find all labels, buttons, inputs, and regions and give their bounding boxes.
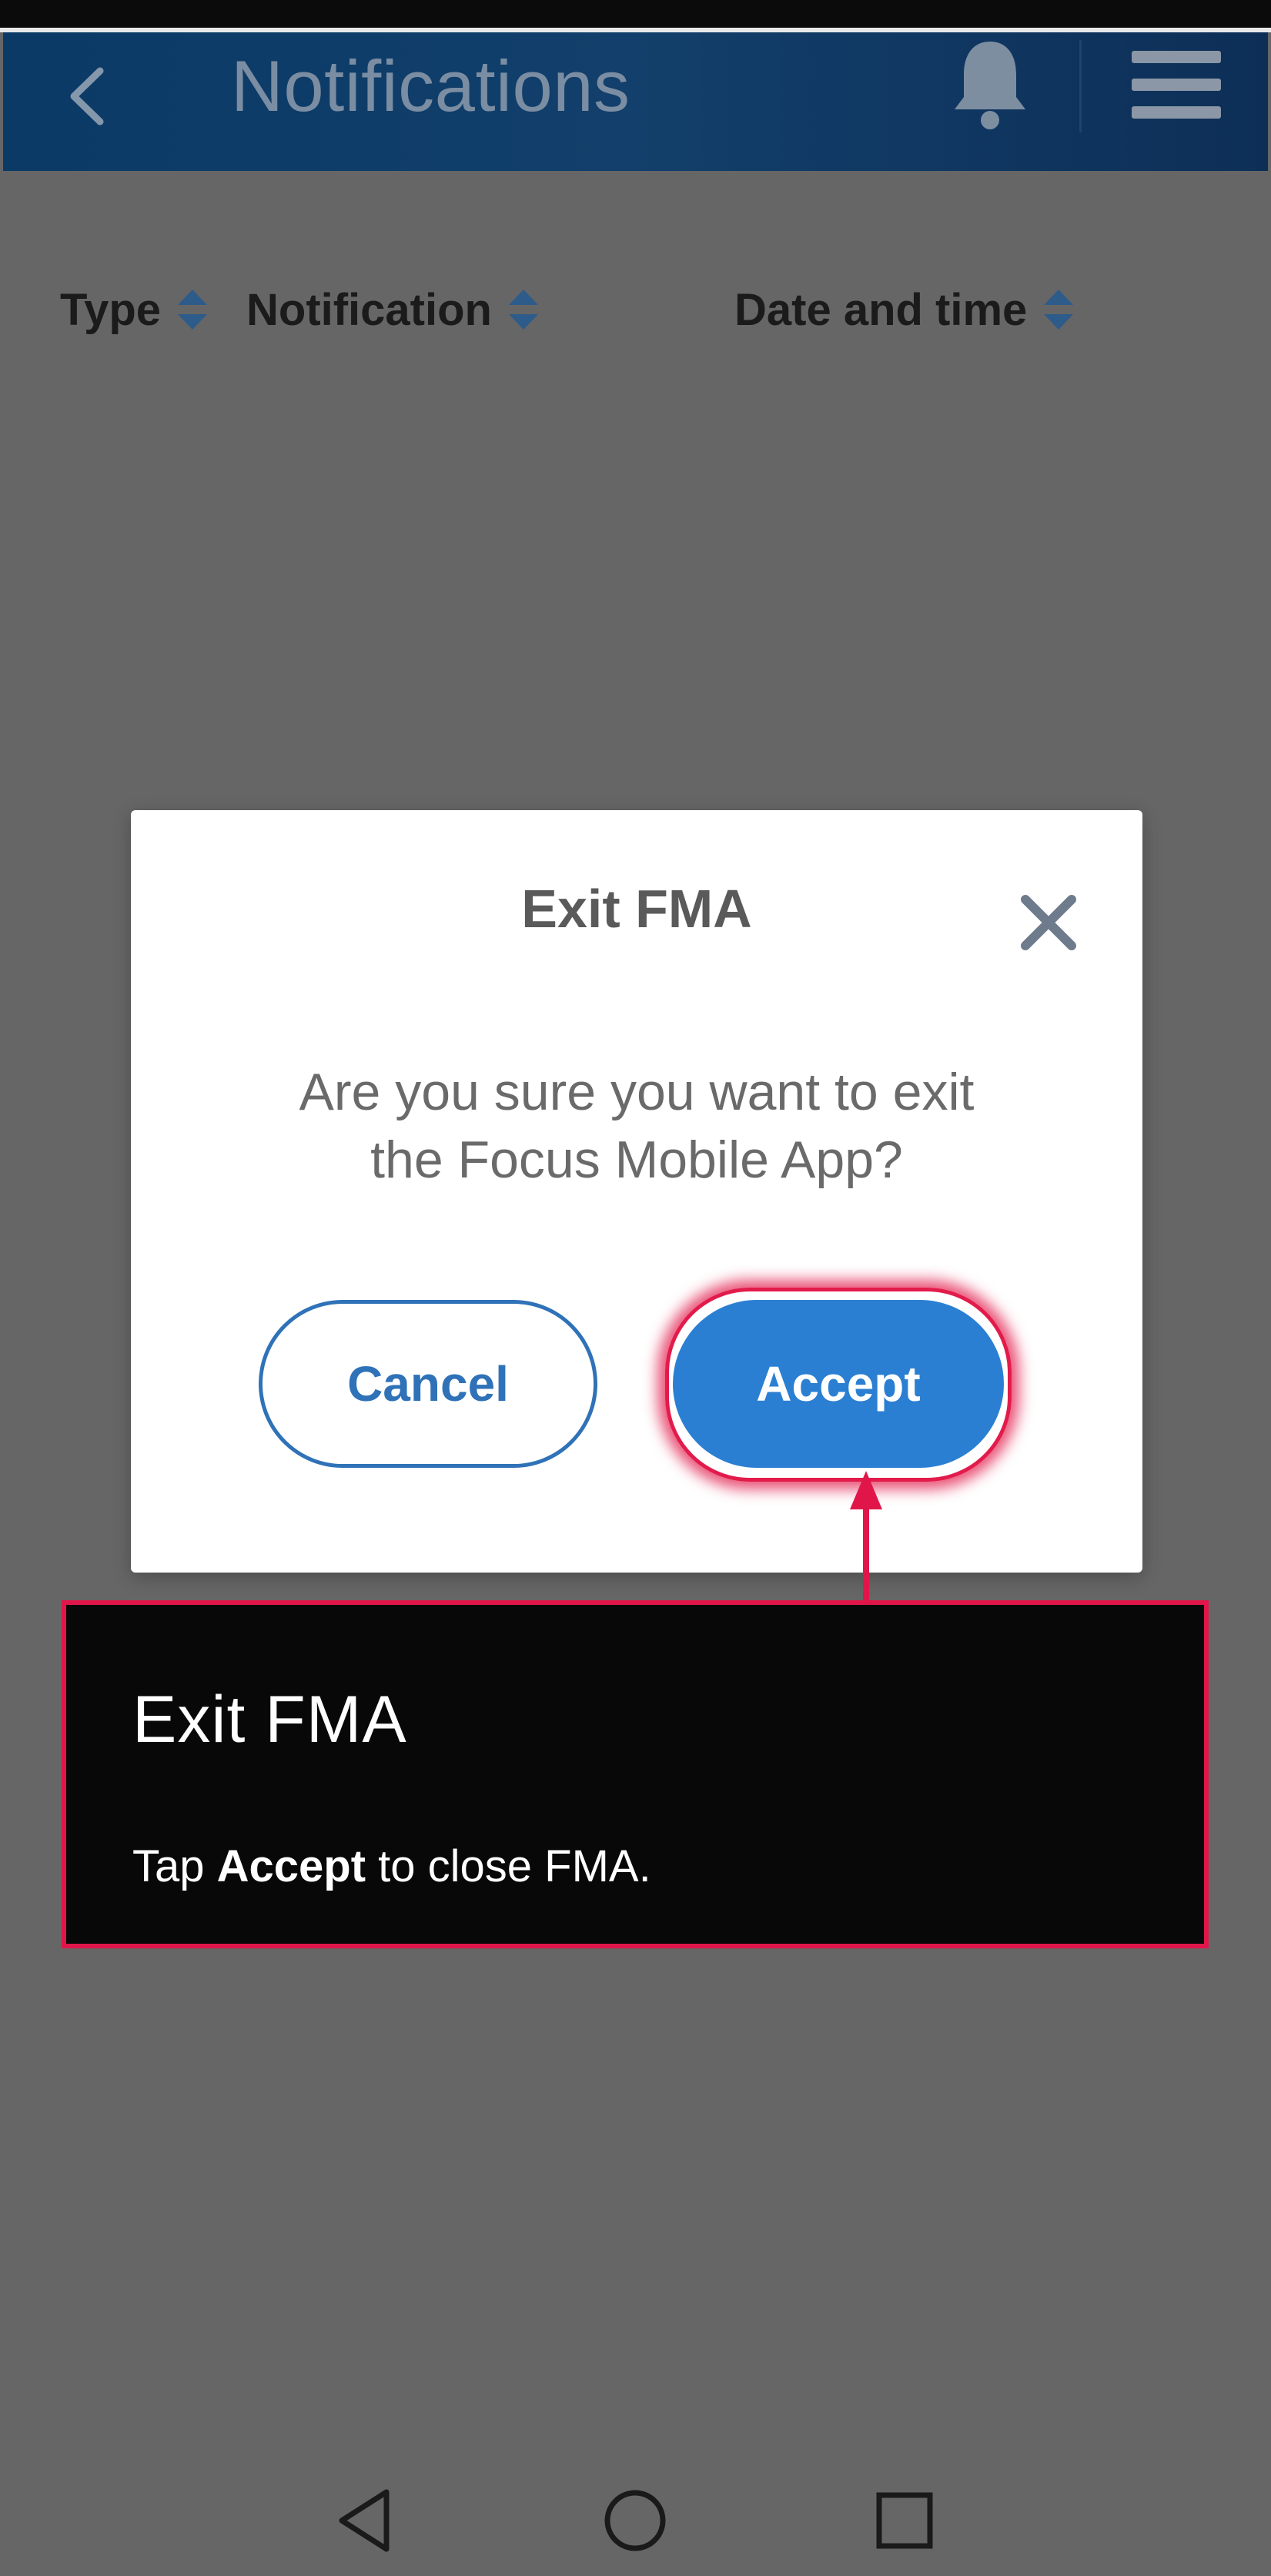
triangle-back-icon[interactable] — [323, 2478, 408, 2563]
page-title: Notifications — [231, 45, 630, 126]
sort-updown-icon — [508, 290, 538, 330]
dialog-message-line: the Focus Mobile App? — [370, 1131, 903, 1189]
tooltip-text-suffix: to close FMA. — [366, 1841, 651, 1891]
dialog-message: Are you sure you want to exit the Focus … — [131, 1058, 1142, 1194]
dialog-title: Exit FMA — [521, 879, 752, 939]
column-header-label: Notification — [246, 284, 492, 335]
header-divider — [1079, 40, 1082, 132]
sort-updown-icon — [1044, 290, 1074, 330]
column-header-date-time[interactable]: Date and time — [734, 279, 1076, 340]
tooltip-text-bold: Accept — [216, 1841, 366, 1891]
exit-dialog: Exit FMA Are you sure you want to exit t… — [131, 810, 1142, 1573]
close-icon[interactable] — [1018, 892, 1079, 953]
app-header: Notifications — [3, 32, 1268, 171]
tooltip-title: Exit FMA — [132, 1683, 407, 1757]
dialog-message-line: Are you sure you want to exit — [299, 1063, 975, 1121]
cancel-button[interactable]: Cancel — [259, 1300, 597, 1468]
square-recent-icon[interactable] — [862, 2478, 947, 2563]
status-bar — [0, 0, 1271, 29]
column-header-notification[interactable]: Notification — [246, 279, 541, 340]
tutorial-tooltip: Exit FMA Tap Accept to close FMA. — [62, 1600, 1209, 1948]
tooltip-text: Tap Accept to close FMA. — [132, 1841, 651, 1892]
sort-updown-icon — [178, 290, 208, 330]
column-header-label: Date and time — [734, 284, 1028, 335]
tooltip-text-prefix: Tap — [132, 1841, 217, 1891]
pointer-arrow-icon — [850, 1471, 882, 1602]
column-header-label: Type — [60, 284, 162, 335]
bell-icon[interactable] — [944, 34, 1036, 134]
chevron-left-icon[interactable] — [57, 62, 126, 131]
circle-home-icon[interactable] — [593, 2478, 677, 2563]
hamburger-menu-icon[interactable] — [1129, 40, 1224, 132]
accept-button[interactable]: Accept — [673, 1300, 1004, 1468]
column-header-type[interactable]: Type — [60, 279, 210, 340]
